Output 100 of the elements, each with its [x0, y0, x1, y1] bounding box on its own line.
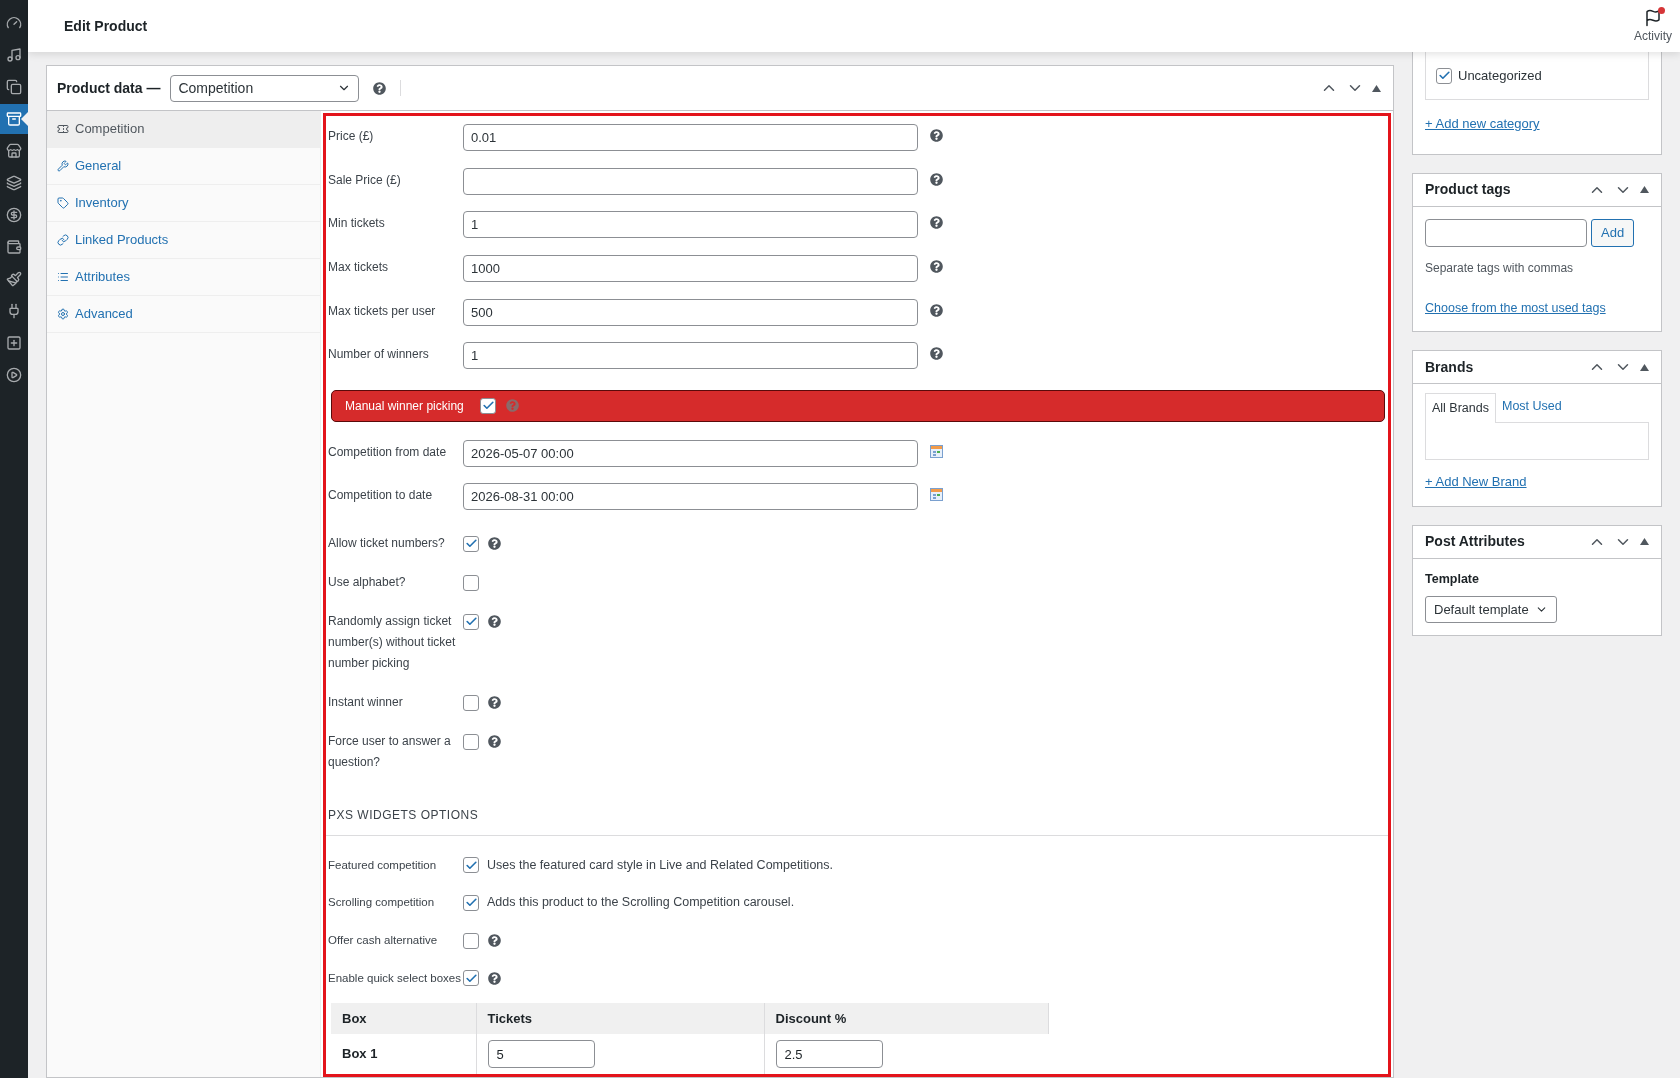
- music-icon: [6, 47, 22, 63]
- help-icon[interactable]: [930, 303, 943, 317]
- layers-icon: [6, 175, 22, 191]
- field-label: Offer cash alternative: [328, 932, 439, 948]
- brand-tab[interactable]: Most Used: [1496, 392, 1568, 422]
- link-icon: [57, 234, 69, 246]
- banner-label: Manual winner picking: [345, 397, 465, 415]
- help-icon[interactable]: [488, 934, 501, 947]
- collapse-icon[interactable]: [1640, 186, 1649, 193]
- text-field[interactable]: 500: [463, 298, 918, 326]
- checkbox[interactable]: [463, 970, 479, 987]
- date-field[interactable]: 2026-05-07 00:00: [463, 439, 918, 467]
- product-tab[interactable]: Attributes: [47, 259, 320, 296]
- store-icon: [6, 143, 22, 159]
- field-label: Enable quick select boxes: [328, 970, 462, 986]
- brand-tab[interactable]: All Brands: [1425, 393, 1496, 423]
- menu-pointer: [21, 112, 28, 126]
- product-tab[interactable]: Inventory: [47, 185, 320, 222]
- checkbox[interactable]: [463, 535, 479, 552]
- flag-icon: [1644, 9, 1662, 27]
- archive-icon: [6, 111, 22, 127]
- field-description: Adds this product to the Scrolling Competition carousel.: [487, 894, 795, 912]
- panel-title: Product data —: [57, 78, 161, 98]
- list-icon: [57, 271, 69, 283]
- text-field[interactable]: [463, 167, 918, 195]
- checkbox[interactable]: [1436, 67, 1452, 84]
- ticket-icon: [57, 123, 69, 135]
- field-label: Min tickets: [328, 215, 386, 233]
- box-title: Post Attributes: [1425, 532, 1525, 551]
- discount-field[interactable]: 2.5: [775, 1040, 883, 1068]
- menu-item[interactable]: [0, 104, 28, 134]
- field-label: Number of winners: [328, 346, 430, 364]
- wrench-icon: [57, 160, 69, 172]
- text-field[interactable]: 1: [463, 342, 918, 370]
- gear-icon: [57, 308, 69, 320]
- checkbox[interactable]: [463, 932, 479, 949]
- help-icon[interactable]: [930, 259, 943, 273]
- field-label: Featured competition: [328, 857, 438, 873]
- checkbox[interactable]: [463, 574, 479, 591]
- text-field[interactable]: 1000: [463, 254, 918, 282]
- help-icon[interactable]: [930, 347, 943, 361]
- collapse-icon[interactable]: [1640, 538, 1649, 545]
- field-label: Max tickets: [328, 258, 389, 276]
- pages-icon: [6, 79, 22, 95]
- checkbox[interactable]: [463, 694, 479, 711]
- box-title: Brands: [1425, 357, 1474, 377]
- checkbox[interactable]: [463, 733, 479, 750]
- dollar-icon: [6, 207, 22, 223]
- help-icon[interactable]: [930, 216, 943, 230]
- collapse-icon[interactable]: [1640, 363, 1649, 371]
- date-field[interactable]: 2026-08-31 00:00: [463, 483, 918, 511]
- field-label: Allow ticket numbers?: [328, 534, 446, 552]
- most-used-tags-link[interactable]: Choose from the most used tags: [1425, 298, 1649, 318]
- brush-icon: [6, 271, 22, 287]
- tag-field[interactable]: [1425, 218, 1587, 247]
- product-tab[interactable]: Linked Products: [47, 222, 320, 259]
- help-icon[interactable]: [488, 615, 501, 629]
- help-icon[interactable]: [930, 172, 943, 186]
- table-cell: Box 1: [331, 1034, 476, 1074]
- field-label: Price (£): [328, 128, 375, 145]
- text-field[interactable]: 1: [463, 211, 918, 239]
- field-label: Sale Price (£): [328, 171, 402, 189]
- text-field[interactable]: 0.01: [463, 124, 918, 151]
- play-icon: [6, 367, 22, 383]
- checkbox[interactable]: [463, 894, 479, 911]
- field-label: Competition from date: [328, 443, 448, 461]
- column-header: Box: [331, 1003, 476, 1034]
- help-icon[interactable]: [488, 735, 501, 749]
- check-icon: [464, 971, 478, 985]
- help-icon[interactable]: [373, 81, 387, 95]
- product-type-select[interactable]: Competition: [170, 74, 360, 102]
- help-icon[interactable]: [488, 696, 501, 710]
- activity-button[interactable]: Activity: [1634, 7, 1672, 45]
- add-brand-link[interactable]: + Add New Brand: [1425, 472, 1649, 492]
- help-icon[interactable]: [488, 971, 501, 985]
- help-icon[interactable]: [488, 537, 501, 551]
- plus-square-icon: [6, 335, 22, 351]
- check-icon: [464, 858, 478, 872]
- product-tab[interactable]: General: [47, 148, 320, 185]
- field-label: Instant winner: [328, 693, 404, 711]
- template-select[interactable]: Default template: [1425, 596, 1557, 624]
- calendar-icon[interactable]: [930, 444, 943, 458]
- field-label: Scrolling competition: [328, 895, 436, 911]
- gauge-icon: [6, 15, 22, 31]
- add-button[interactable]: Add: [1591, 218, 1635, 247]
- tickets-field[interactable]: 5: [487, 1040, 595, 1068]
- add-category-link[interactable]: + Add new category: [1425, 114, 1649, 134]
- checkbox[interactable]: [463, 857, 479, 874]
- category-label: Uncategorized: [1458, 67, 1542, 85]
- field-label: Competition to date: [328, 487, 434, 505]
- product-tab[interactable]: Competition: [47, 111, 320, 148]
- checkbox[interactable]: [480, 397, 496, 414]
- help-icon[interactable]: [930, 129, 943, 142]
- column-header: Discount %: [764, 1003, 1049, 1034]
- checkbox[interactable]: [463, 613, 479, 630]
- field-label: Force user to answer a question?: [328, 732, 452, 771]
- calendar-icon[interactable]: [930, 488, 943, 502]
- collapse-icon[interactable]: [1372, 84, 1381, 92]
- field-label: Max tickets per user: [328, 302, 437, 320]
- product-tab[interactable]: Advanced: [47, 296, 320, 333]
